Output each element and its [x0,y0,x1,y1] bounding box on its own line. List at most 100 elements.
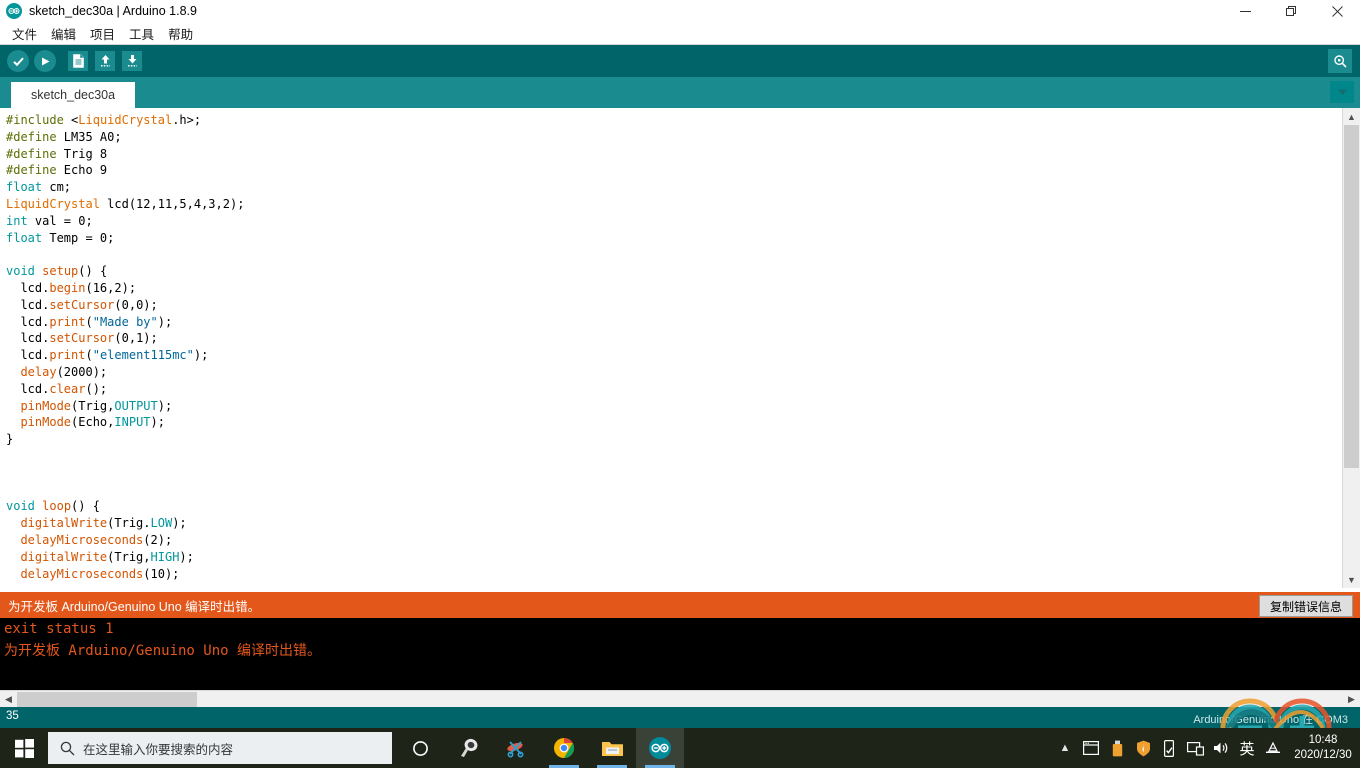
error-bar: 为开发板 Arduino/Genuino Uno 编译时出错。 复制错误信息 [0,592,1360,618]
file-explorer-icon[interactable] [588,728,636,768]
menu-item-help[interactable]: 帮助 [162,22,199,45]
close-icon[interactable] [1314,0,1360,22]
status-bar: 35 Arduino/Genuino Uno 在 COM3 [0,707,1360,728]
menu-item-sketch[interactable]: 项目 [84,22,121,45]
code-token: (0,0); [114,297,158,312]
menu-item-tools[interactable]: 工具 [123,22,160,45]
minimize-icon[interactable] [1222,0,1268,22]
cortana-icon[interactable] [396,728,444,768]
security-shield-icon[interactable] [1130,728,1156,768]
code-token: #define [6,129,64,144]
code-token: lcd. [6,348,50,363]
scroll-left-icon[interactable]: ◀ [0,691,17,708]
window-controls [1222,0,1360,22]
usb-eject-icon[interactable] [1156,728,1182,768]
code-token: void [6,499,35,514]
code-token: ); [193,348,209,363]
code-editor[interactable]: #include <LiquidCrystal.h>; #define LM35 … [0,108,1360,588]
open-sketch-button[interactable] [93,49,117,73]
code-token: (Trig, [71,398,115,413]
new-sketch-icon [68,51,88,71]
chevron-down-icon [1337,89,1347,95]
ime-indicator[interactable]: 英 [1234,728,1260,768]
new-sketch-button[interactable] [66,49,90,73]
menu-item-file[interactable]: 文件 [6,22,43,45]
code-token: cm; [42,180,72,195]
code-token: pinMode [20,398,72,413]
code-token: "element115mc" [92,348,194,363]
restore-icon[interactable] [1268,0,1314,22]
window-icon[interactable] [1078,728,1104,768]
code-token: print [49,314,86,329]
chrome-icon[interactable] [540,728,588,768]
code-line: delayMicroseconds(2); [6,532,244,549]
code-token: lcd. [6,314,50,329]
taskbar-search-box[interactable]: 在这里输入你要搜索的内容 [48,732,392,764]
ime-settings-icon[interactable] [1260,728,1286,768]
upload-button[interactable] [33,49,57,73]
code-token: delayMicroseconds [20,532,144,547]
code-line: void loop() { [6,498,244,515]
arduino-icon[interactable] [636,728,684,768]
window-title: sketch_dec30a | Arduino 1.8.9 [29,4,197,18]
scroll-right-icon[interactable]: ▶ [1343,691,1360,708]
code-token: OUTPUT [114,398,158,413]
code-token: LiquidCrystal [6,196,100,211]
code-line: lcd.begin(16,2); [6,280,244,297]
horizontal-scroll-thumb[interactable] [17,692,197,707]
media-player-icon[interactable] [444,728,492,768]
code-token: LiquidCrystal [78,113,173,127]
code-token: LM35 A0; [63,129,122,144]
code-line: digitalWrite(Trig.LOW); [6,515,244,532]
windows-start-icon[interactable] [0,728,48,768]
code-token: #include [6,113,72,127]
code-token: pinMode [20,415,72,430]
vertical-scroll-thumb[interactable] [1344,125,1359,468]
search-icon [60,741,75,755]
code-token: delay [20,364,57,379]
clock-time: 10:48 [1308,734,1338,746]
code-token: int [6,213,28,228]
code-line: delay(2000); [6,364,244,381]
serial-monitor-button[interactable] [1328,49,1352,73]
menu-bar: 文件 编辑 项目 工具 帮助 [0,22,1360,45]
verify-button[interactable] [6,49,30,73]
menu-item-edit[interactable]: 编辑 [45,22,82,45]
code-token: } [6,432,14,447]
volume-icon[interactable] [1208,728,1234,768]
code-token: #define [6,163,64,178]
upload-icon [34,50,56,72]
code-token: begin [49,280,86,295]
scroll-down-icon[interactable]: ▼ [1343,571,1360,588]
code-token: Trig 8 [63,146,108,161]
copy-error-button[interactable]: 复制错误信息 [1258,595,1353,617]
code-line: #define LM35 A0; [6,129,244,146]
taskbar-app-icons [396,728,684,768]
show-hidden-icons-icon[interactable]: ▲ [1052,728,1078,768]
taskbar-clock[interactable]: 10:48 2020/12/30 [1286,728,1360,768]
tab-sketch-dec30a[interactable]: sketch_dec30a [11,82,136,108]
tab-menu-button[interactable] [1330,81,1354,103]
code-token: digitalWrite [20,516,108,531]
clock-date: 2020/12/30 [1294,749,1352,761]
editor-vertical-scrollbar[interactable]: ▲ ▼ [1342,108,1360,588]
code-token: loop [42,499,72,514]
console-horizontal-scrollbar[interactable]: ◀ ▶ [0,690,1360,708]
snipping-tool-icon[interactable] [492,728,540,768]
code-token: (2); [143,532,173,547]
usb-drive-icon[interactable] [1104,728,1130,768]
save-sketch-button[interactable] [120,49,144,73]
verify-icon [7,50,29,72]
code-token: lcd(12,11,5,4,3,2); [99,196,245,211]
display-icon[interactable] [1182,728,1208,768]
code-line: } [6,431,244,448]
console-output[interactable]: exit status 1 为开发板 Arduino/Genuino Uno 编… [0,618,1360,690]
search-placeholder: 在这里输入你要搜索的内容 [83,742,234,757]
code-token: ); [179,549,194,564]
scroll-up-icon[interactable]: ▲ [1343,108,1360,125]
